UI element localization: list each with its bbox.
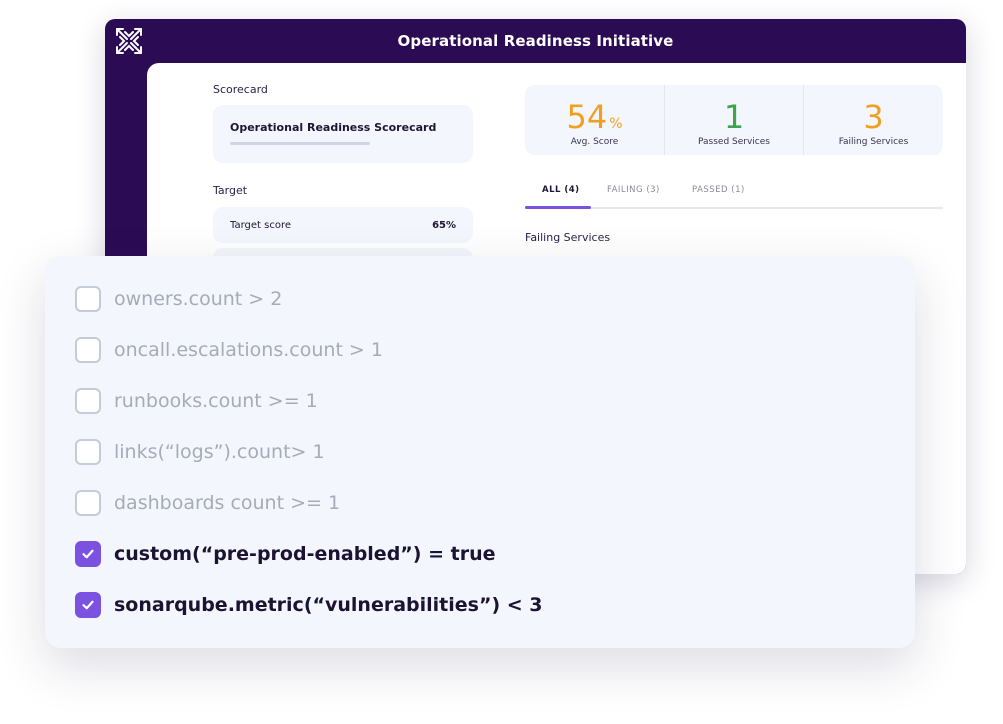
target-score-value: 65% xyxy=(432,220,456,231)
checkbox-checked[interactable] xyxy=(75,541,101,567)
check-label: runbooks.count >= 1 xyxy=(114,390,318,412)
check-label: sonarqube.metric(“vulnerabilities”) < 3 xyxy=(114,594,543,616)
check-label: oncall.escalations.count > 1 xyxy=(114,339,383,361)
check-label: owners.count > 2 xyxy=(114,288,283,310)
check-label: custom(“pre-prod-enabled”) = true xyxy=(114,543,496,565)
tab-failing[interactable]: FAILING (3) xyxy=(607,185,660,195)
scorecard-section-label: Scorecard xyxy=(213,83,268,96)
failing-services-label: Failing Services xyxy=(525,231,611,244)
stat-label: Failing Services xyxy=(838,137,909,147)
rules-checklist-panel: owners.count > 2 oncall.escalations.coun… xyxy=(45,256,915,648)
checkbox[interactable] xyxy=(75,439,101,465)
stat-value: 3 xyxy=(863,98,884,136)
check-item[interactable]: links(“logs”).count> 1 xyxy=(75,437,325,467)
stat-avg-score: 54% Avg. Score xyxy=(525,85,664,155)
target-section-label: Target xyxy=(213,184,248,197)
check-item[interactable]: dashboards count >= 1 xyxy=(75,488,340,518)
stats-card: 54% Avg. Score 1 Passed Services 3 Faili… xyxy=(525,85,943,155)
check-item[interactable]: custom(“pre-prod-enabled”) = true xyxy=(75,539,495,569)
checkmark-icon xyxy=(82,600,94,610)
tab-all[interactable]: ALL (4) xyxy=(542,185,580,195)
checkbox[interactable] xyxy=(75,337,101,363)
scorecard-name: Operational Readiness Scorecard xyxy=(230,121,437,134)
scorecard-select[interactable]: Operational Readiness Scorecard xyxy=(213,105,473,163)
check-item[interactable]: oncall.escalations.count > 1 xyxy=(75,335,383,365)
service-tabs: ALL (4) FAILING (3) PASSED (1) xyxy=(525,181,943,209)
title-bar: Operational Readiness Initiative xyxy=(105,19,966,63)
target-score-label: Target score xyxy=(230,220,291,231)
check-item[interactable]: runbooks.count >= 1 xyxy=(75,386,318,416)
stat-failing-services: 3 Failing Services xyxy=(803,85,943,155)
stat-label: Avg. Score xyxy=(570,137,619,147)
check-label: links(“logs”).count> 1 xyxy=(114,441,325,463)
stat-label: Passed Services xyxy=(698,137,770,147)
check-item[interactable]: owners.count > 2 xyxy=(75,284,282,314)
tab-passed[interactable]: PASSED (1) xyxy=(692,185,745,195)
stat-value: 54% xyxy=(566,98,623,136)
scorecard-progress-bar xyxy=(230,142,370,145)
checkbox[interactable] xyxy=(75,388,101,414)
check-label: dashboards count >= 1 xyxy=(114,492,341,514)
active-tab-indicator xyxy=(525,206,591,209)
stat-passed-services: 1 Passed Services xyxy=(664,85,803,155)
checkbox[interactable] xyxy=(75,286,101,312)
target-score-row[interactable]: Target score 65% xyxy=(213,207,473,243)
page-title: Operational Readiness Initiative xyxy=(397,32,674,50)
check-item[interactable]: sonarqube.metric(“vulnerabilities”) < 3 xyxy=(75,590,543,620)
checkbox-checked[interactable] xyxy=(75,592,101,618)
checkbox[interactable] xyxy=(75,490,101,516)
stat-value: 1 xyxy=(723,98,745,136)
checkmark-icon xyxy=(82,549,94,559)
